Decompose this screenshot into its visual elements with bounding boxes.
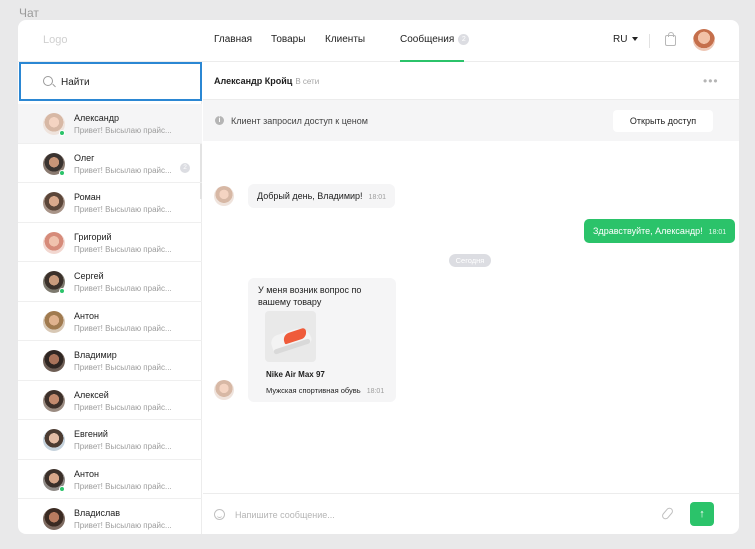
- message-input[interactable]: [235, 506, 635, 524]
- contact-preview: Привет! Высылаю прайс...: [74, 363, 172, 372]
- contact-item[interactable]: Антон Привет! Высылаю прайс...: [18, 460, 202, 499]
- paperclip-icon[interactable]: [660, 506, 675, 521]
- logo[interactable]: Logo: [43, 34, 67, 46]
- nav-messages-badge: 2: [458, 34, 470, 45]
- message-time: 18:01: [368, 194, 387, 201]
- contact-item[interactable]: Александр Привет! Высылаю прайс...: [18, 104, 202, 144]
- product-name[interactable]: Nike Air Max 97: [266, 370, 325, 379]
- contact-preview: Привет! Высылаю прайс...: [74, 402, 172, 412]
- contact-name: Евгений: [74, 429, 108, 439]
- contact-preview: Привет! Высылаю прайс...: [74, 205, 172, 214]
- open-access-button[interactable]: Открыть доступ: [613, 110, 713, 132]
- contact-name: Александр: [74, 113, 120, 123]
- outgoing-message: Здравствуйте, Александр! 18:01: [584, 219, 736, 243]
- contact-preview: Привет! Высылаю прайс...: [74, 442, 172, 451]
- product-category: Мужская спортивная обувь 18:01: [266, 386, 384, 395]
- contact-item[interactable]: Олег Привет! Высылаю прайс... 2: [18, 144, 202, 183]
- search-icon: [43, 76, 53, 86]
- user-avatar[interactable]: [693, 29, 715, 51]
- product-message: У меня возник вопрос по вашему товару Ni…: [248, 278, 396, 402]
- chat-contact-name-text: Александр Кройц: [214, 76, 293, 86]
- product-image[interactable]: [265, 311, 316, 362]
- contact-item[interactable]: Евгений Привет! Высылаю прайс...: [18, 420, 202, 460]
- language-selector[interactable]: RU: [613, 34, 639, 45]
- contact-name: Владислав: [74, 508, 121, 518]
- nav-home[interactable]: Главная: [214, 34, 252, 45]
- header-divider: [649, 34, 650, 48]
- message-text: У меня возник вопрос по вашему товару: [258, 285, 362, 307]
- chat-app-window: Logo Главная Товары Клиенты Сообщения 2 R…: [18, 20, 739, 534]
- chat-header: Александр Кройц В сети •••: [203, 62, 739, 100]
- search-input[interactable]: [61, 73, 191, 91]
- online-indicator: [59, 169, 65, 176]
- caret-down-icon: [632, 37, 639, 41]
- sender-avatar: [214, 186, 234, 206]
- top-header: Logo Главная Товары Клиенты Сообщения 2 R…: [18, 20, 739, 62]
- contact-item[interactable]: Сергей Привет! Высылаю прайс...: [18, 262, 202, 302]
- contact-preview: Привет! Высылаю прайс...: [74, 244, 172, 254]
- online-indicator: [59, 130, 65, 136]
- contact-name: Григорий: [74, 231, 112, 242]
- online-indicator: [59, 288, 65, 294]
- message-text: Добрый день, Владимир!: [257, 191, 363, 201]
- contact-item[interactable]: Григорий Привет! Высылаю прайс...: [18, 223, 202, 262]
- language-label: RU: [613, 34, 628, 45]
- product-category-text: Мужская спортивная обувь: [266, 386, 361, 395]
- contact-avatar: [43, 508, 65, 530]
- contact-avatar: [43, 231, 65, 254]
- chat-contact-name: Александр Кройц В сети: [214, 76, 319, 86]
- access-request-notice: i Клиент запросил доступ к ценом Открыть…: [203, 100, 739, 141]
- contact-name: Олег: [74, 152, 95, 163]
- contact-item[interactable]: Роман Привет! Высылаю прайс...: [18, 183, 202, 223]
- nav-messages-label: Сообщения: [400, 34, 455, 45]
- nav-products[interactable]: Товары: [271, 34, 305, 45]
- contact-avatar: [43, 350, 65, 372]
- nav-clients[interactable]: Клиенты: [325, 34, 365, 45]
- contact-name: Антон: [74, 310, 99, 321]
- contact-avatar: [43, 389, 65, 412]
- contact-avatar: [43, 429, 65, 451]
- contact-name: Владимир: [74, 350, 117, 360]
- contact-avatar: [43, 192, 65, 214]
- contact-name: Антон: [74, 468, 99, 479]
- message-time: 18:01: [366, 388, 385, 395]
- message-text: Здравствуйте, Александр!: [593, 226, 703, 236]
- contact-name: Алексей: [74, 389, 109, 400]
- shopping-bag-icon[interactable]: [665, 32, 676, 46]
- contact-item[interactable]: Алексей Привет! Высылаю прайс...: [18, 381, 202, 420]
- chat-panel: Александр Кройц В сети ••• i Клиент запро…: [203, 62, 739, 534]
- emoji-icon[interactable]: [214, 509, 225, 520]
- nav-messages[interactable]: Сообщения 2: [400, 34, 470, 45]
- send-button[interactable]: ↑: [690, 502, 714, 526]
- arrow-up-icon: ↑: [699, 508, 705, 520]
- contact-preview: Привет! Высылаю прайс...: [74, 284, 172, 293]
- search-box[interactable]: [19, 62, 202, 101]
- message-composer: ↑: [203, 493, 739, 534]
- unread-badge: 2: [180, 162, 190, 173]
- contact-preview: Привет! Высылаю прайс...: [74, 126, 172, 135]
- date-divider: Сегодня: [449, 254, 491, 267]
- contact-preview: Привет! Высылаю прайс...: [74, 323, 172, 333]
- online-indicator: [59, 485, 65, 492]
- contact-name: Сергей: [74, 271, 104, 281]
- contacts-sidebar: Александр Привет! Высылаю прайс... Олег …: [18, 62, 202, 534]
- contact-preview: Привет! Высылаю прайс...: [74, 481, 172, 491]
- incoming-message: Добрый день, Владимир! 18:01: [248, 184, 396, 208]
- contact-item[interactable]: Владимир Привет! Высылаю прайс...: [18, 341, 202, 381]
- chat-contact-status: В сети: [295, 77, 320, 86]
- contact-preview: Привет! Высылаю прайс...: [74, 165, 172, 175]
- sender-avatar: [214, 380, 234, 400]
- message-time: 18:01: [708, 229, 727, 236]
- contact-name: Роман: [74, 192, 101, 202]
- page-label: Чат: [19, 6, 39, 20]
- contact-item[interactable]: Антон Привет! Высылаю прайс...: [18, 302, 202, 341]
- contact-item[interactable]: Владислав Привет! Высылаю прайс...: [18, 499, 202, 534]
- contact-preview: Привет! Высылаю прайс...: [74, 521, 172, 530]
- more-options-icon[interactable]: •••: [703, 74, 719, 88]
- info-icon: i: [215, 116, 224, 125]
- notice-text: Клиент запросил доступ к ценом: [231, 116, 368, 126]
- contact-avatar: [43, 310, 65, 333]
